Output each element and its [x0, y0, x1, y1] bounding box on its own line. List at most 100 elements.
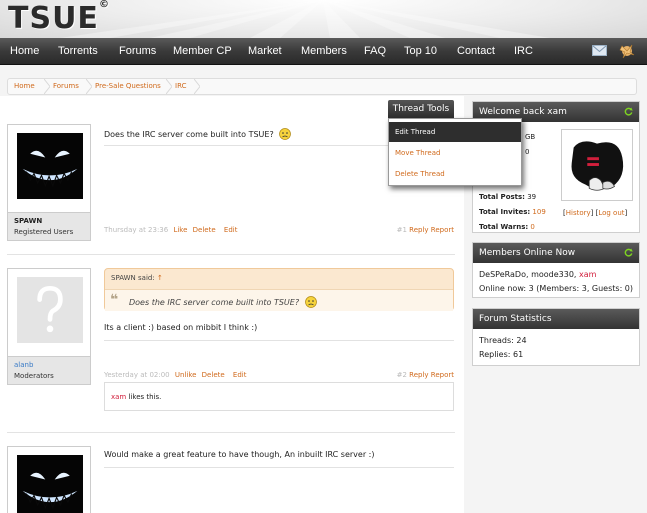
forum-stats-box: Forum Statistics Threads: 24 Replies: 61: [472, 308, 640, 366]
avatar[interactable]: [7, 446, 91, 513]
post-message: Its a client :) based on mibbit I think …: [104, 323, 258, 332]
breadcrumb-separator-icon: [86, 79, 92, 94]
breadcrumb-irc[interactable]: IRC: [175, 79, 186, 94]
nav-members[interactable]: Members: [301, 38, 347, 65]
post-message: Would make a great feature to have thoug…: [104, 450, 375, 459]
report-link[interactable]: Report: [431, 371, 454, 379]
delete-link[interactable]: Delete: [193, 226, 216, 234]
user-avatar[interactable]: [561, 129, 633, 201]
quote-body: ❝ Does the IRC server come built into TS…: [105, 289, 453, 311]
post-time: Thursday at 23:36: [104, 226, 169, 234]
likes-text: xam likes this.: [111, 393, 162, 401]
quote-mark-icon: ❝: [110, 292, 119, 308]
delete-link[interactable]: Delete: [202, 371, 225, 379]
reply-link[interactable]: Reply: [409, 226, 428, 234]
breadcrumb-separator-icon: [166, 79, 172, 94]
thread-tools-menu: Edit Thread Move Thread Delete Thread: [388, 118, 522, 186]
likes-summary: xam likes this.: [104, 382, 454, 411]
nav-top10[interactable]: Top 10: [404, 38, 437, 65]
avatar-image: [571, 141, 624, 191]
account-links: [History] [Log out]: [563, 209, 628, 217]
report-link[interactable]: Report: [431, 226, 454, 234]
avatar[interactable]: [7, 268, 91, 357]
unlike-link[interactable]: Unlike: [175, 371, 197, 379]
move-thread-item[interactable]: Move Thread: [389, 143, 521, 163]
avatar-image: [17, 455, 83, 513]
sad-smiley-icon: [304, 296, 317, 308]
site-header: TSUE©: [0, 0, 647, 38]
avatar-image: [17, 133, 83, 199]
logout-link[interactable]: Log out: [598, 209, 624, 217]
post-divider: [7, 254, 455, 255]
user-title: Registered Users: [14, 228, 74, 236]
welcome-stat-partial: GB: [525, 133, 536, 141]
edit-link[interactable]: Edit: [224, 226, 238, 234]
total-warns: Total Warns: 0: [479, 223, 535, 231]
avatar[interactable]: [7, 124, 91, 213]
breadcrumb-presale[interactable]: Pre-Sale Questions: [95, 79, 161, 94]
username[interactable]: alanb: [14, 360, 84, 371]
post-number[interactable]: #2: [397, 371, 407, 379]
quote-jump-icon[interactable]: ↑: [157, 274, 163, 282]
online-summary: Online now: 3 (Members: 3, Guests: 0): [479, 284, 634, 293]
welcome-stat-partial: 0: [525, 148, 530, 156]
online-users: DeSPeRaDo, moode330, xam: [479, 270, 597, 279]
liker-link[interactable]: xam: [111, 393, 126, 401]
nav-torrents[interactable]: Torrents: [58, 38, 98, 65]
alerts-icon[interactable]: [619, 43, 635, 59]
post-number[interactable]: #1: [397, 226, 407, 234]
thread-tools-button[interactable]: Thread Tools: [388, 100, 454, 118]
sad-smiley-icon: [279, 128, 292, 140]
quote-block: SPAWN said: ↑ ❝ Does the IRC server come…: [104, 268, 454, 311]
online-user-link[interactable]: xam: [579, 270, 596, 279]
reply-link[interactable]: Reply: [409, 371, 428, 379]
nav-contact[interactable]: Contact: [457, 38, 495, 65]
post-footer: Yesterday at 02:00 Unlike Delete Edit #2…: [104, 371, 454, 381]
total-posts: Total Posts: 39: [479, 193, 537, 201]
user-title: Moderators: [14, 372, 54, 380]
post-message: Does the IRC server come built into TSUE…: [104, 128, 292, 140]
edit-thread-item[interactable]: Edit Thread: [389, 122, 521, 142]
online-user-link[interactable]: moode330: [531, 270, 574, 279]
post-divider: [7, 432, 455, 433]
user-info: alanb Moderators: [7, 357, 91, 385]
post-time: Yesterday at 02:00: [104, 371, 170, 379]
post-footer: Thursday at 23:36 Like Delete Edit #1 Re…: [104, 226, 454, 236]
quote-author: SPAWN said:: [111, 274, 155, 282]
refresh-icon[interactable]: [624, 107, 633, 116]
quote-text: Does the IRC server come built into TSUE…: [129, 296, 317, 308]
nav-irc[interactable]: IRC: [514, 38, 533, 65]
total-invites: Total Invites: 109: [479, 208, 546, 216]
post-controls: #2 Reply Report: [397, 371, 454, 379]
nav-faq[interactable]: FAQ: [364, 38, 386, 65]
nav-market[interactable]: Market: [248, 38, 282, 65]
breadcrumb-forums[interactable]: Forums: [53, 79, 79, 94]
site-logo[interactable]: TSUE©: [8, 0, 110, 36]
username[interactable]: SPAWN: [14, 216, 84, 227]
message-divider: [104, 340, 454, 341]
members-online-title: Members Online Now: [473, 243, 639, 263]
post-controls: #1 Reply Report: [397, 226, 454, 234]
quote-header: SPAWN said: ↑: [111, 274, 163, 282]
edit-link[interactable]: Edit: [233, 371, 247, 379]
online-user-link[interactable]: DeSPeRaDo: [479, 270, 526, 279]
breadcrumb-separator-icon: [194, 79, 200, 94]
history-link[interactable]: History: [566, 209, 591, 217]
members-online-box: Members Online Now DeSPeRaDo, moode330, …: [472, 242, 640, 298]
envelope-icon[interactable]: [592, 44, 607, 57]
main-nav: Home Torrents Forums Member CP Market Me…: [0, 38, 647, 65]
breadcrumb-separator-icon: [44, 79, 50, 94]
forum-stats-title: Forum Statistics: [473, 309, 639, 329]
breadcrumb-home[interactable]: Home: [14, 79, 35, 94]
default-avatar-image: [17, 277, 83, 343]
nav-forums[interactable]: Forums: [119, 38, 156, 65]
replies-count: Replies: 61: [479, 350, 524, 359]
refresh-icon[interactable]: [624, 248, 633, 257]
message-divider: [104, 467, 454, 468]
nav-home[interactable]: Home: [10, 38, 39, 65]
delete-thread-item[interactable]: Delete Thread: [389, 164, 521, 184]
like-link[interactable]: Like: [173, 226, 187, 234]
nav-member-cp[interactable]: Member CP: [173, 38, 232, 65]
breadcrumb: Home Forums Pre-Sale Questions IRC: [7, 78, 637, 95]
threads-count: Threads: 24: [479, 336, 527, 345]
